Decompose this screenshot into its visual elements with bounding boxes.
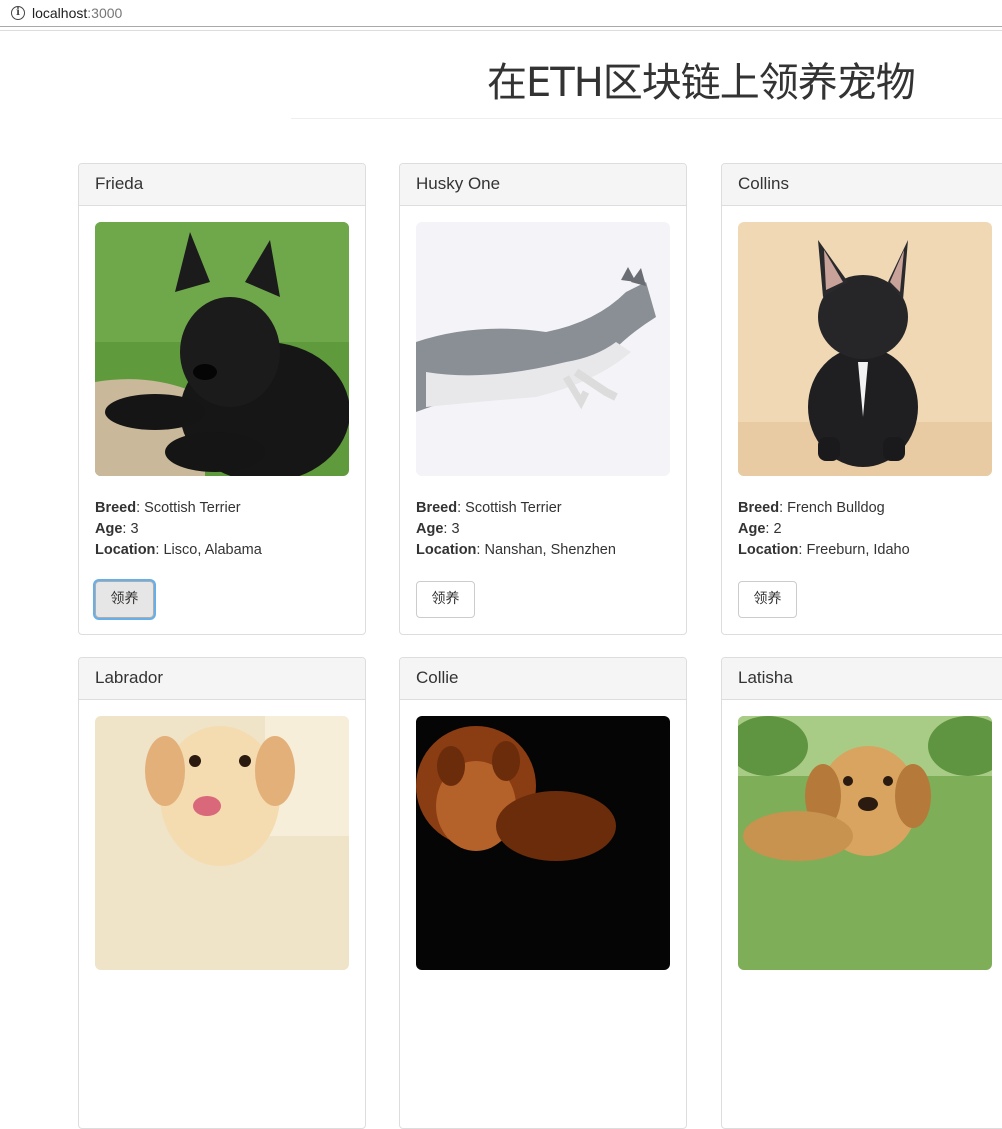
pet-photo	[738, 716, 992, 970]
toolbar-divider	[0, 30, 1002, 31]
pet-card-collins: Collins Breed: French Bulldog Age: 2 Loc…	[721, 163, 1002, 635]
title-divider	[291, 118, 1002, 119]
location-value: Lisco, Alabama	[163, 542, 262, 558]
breed-label: Breed	[416, 500, 458, 516]
adopt-button[interactable]: 领养	[738, 581, 797, 618]
breed-value: Scottish Terrier	[465, 500, 562, 516]
url-port: :3000	[87, 5, 123, 21]
url-host: localhost	[32, 5, 88, 21]
age-value: 3	[451, 521, 460, 537]
pet-photo	[95, 716, 349, 970]
url-text[interactable]: localhost:3000	[32, 5, 122, 21]
pet-name: Frieda	[79, 164, 365, 206]
pet-card-husky-one: Husky One Breed: Scottish Terrier Age: 3…	[399, 163, 687, 635]
location-label: Location	[738, 542, 799, 558]
breed-label: Breed	[95, 500, 137, 516]
pet-name: Collie	[400, 658, 686, 700]
breed-label: Breed	[738, 500, 780, 516]
adopt-button[interactable]: 领养	[95, 581, 154, 618]
location-value: Nanshan, Shenzhen	[484, 542, 616, 558]
pet-card-frieda: Frieda Breed: Scottish Terrier Age: 3 Lo…	[78, 163, 366, 635]
age-value: 2	[773, 521, 782, 537]
pet-details: Breed: Scottish Terrier Age: 3 Location:…	[95, 500, 262, 558]
pet-card-collie: Collie	[399, 657, 687, 1129]
pet-photo	[738, 222, 992, 476]
pet-name: Labrador	[79, 658, 365, 700]
pet-details: Breed: French Bulldog Age: 2 Location: F…	[738, 500, 910, 558]
pet-name: Husky One	[400, 164, 686, 206]
age-label: Age	[416, 521, 444, 537]
pet-details: Breed: Scottish Terrier Age: 3 Location:…	[416, 500, 616, 558]
breed-value: Scottish Terrier	[144, 500, 241, 516]
pet-card-latisha: Latisha	[721, 657, 1002, 1129]
location-label: Location	[416, 542, 477, 558]
pet-name: Collins	[722, 164, 1002, 206]
age-label: Age	[738, 521, 766, 537]
address-bar[interactable]: i localhost:3000	[0, 0, 1002, 27]
age-value: 3	[130, 521, 139, 537]
pet-name: Latisha	[722, 658, 1002, 700]
age-label: Age	[95, 521, 123, 537]
adopt-button[interactable]: 领养	[416, 581, 475, 618]
pet-photo	[416, 222, 670, 476]
info-icon[interactable]: i	[11, 6, 25, 20]
breed-value: French Bulldog	[787, 500, 885, 516]
location-label: Location	[95, 542, 156, 558]
pet-photo	[95, 222, 349, 476]
page-title: 在ETH区块链上领养宠物	[487, 60, 916, 106]
pet-card-labrador: Labrador	[78, 657, 366, 1129]
location-value: Freeburn, Idaho	[806, 542, 910, 558]
pet-photo	[416, 716, 670, 970]
